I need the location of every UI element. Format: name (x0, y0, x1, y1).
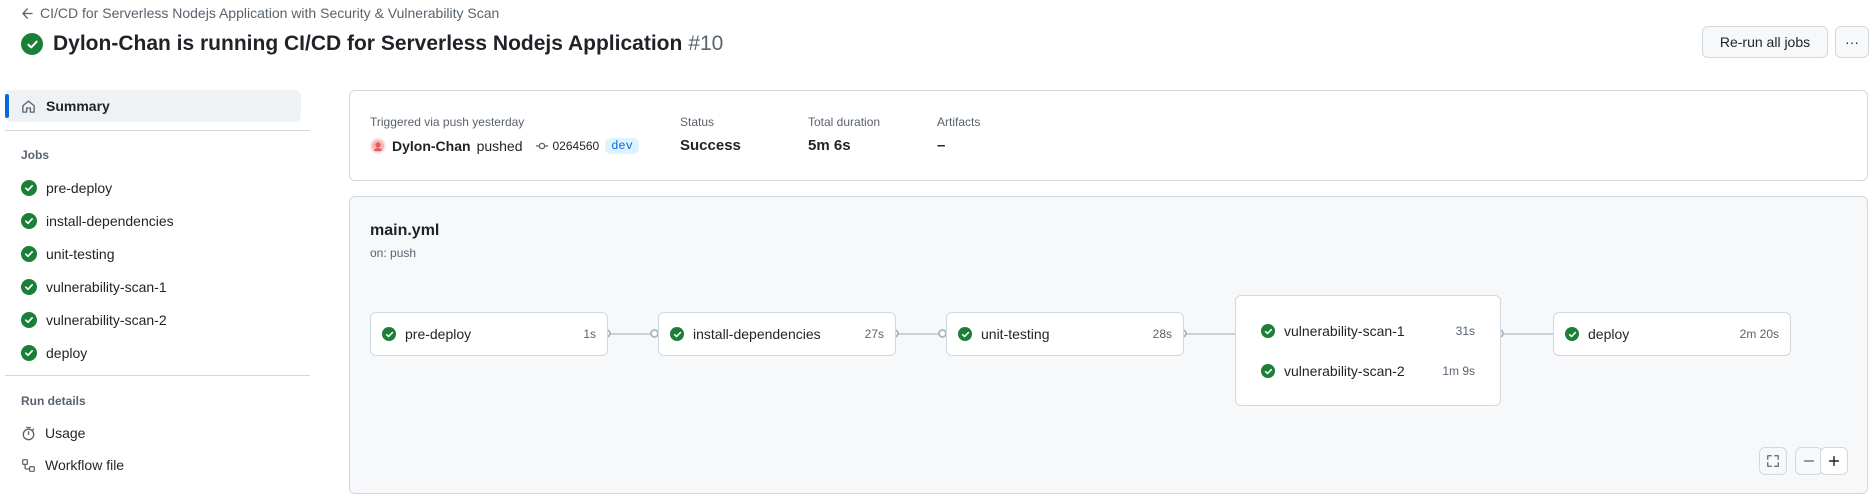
artifacts-label: Artifacts (937, 115, 981, 129)
sidebar-job-install-dependencies[interactable]: install-dependencies (21, 210, 174, 232)
trigger-label: Triggered via push yesterday (370, 115, 525, 129)
workflow-trigger: on: push (370, 246, 417, 260)
sidebar-job-vulnerability-scan-1[interactable]: vulnerability-scan-1 (21, 276, 167, 298)
success-check-icon (1261, 364, 1275, 378)
page-title: Dylon-Chan is running CI/CD for Serverle… (53, 32, 723, 56)
success-check-icon (382, 327, 396, 341)
graph-node-group-vulnerability-scans: vulnerability-scan-1 31s vulnerability-s… (1235, 295, 1501, 406)
rerun-all-jobs-button[interactable]: Re-run all jobs (1702, 26, 1828, 58)
jobs-heading: Jobs (21, 148, 50, 162)
zoom-out-button[interactable] (1795, 447, 1823, 475)
commit-link[interactable]: 0264560 (535, 139, 600, 153)
node-label: pre-deploy (405, 326, 472, 342)
commit-icon (535, 142, 548, 150)
graph-connector (1184, 333, 1239, 335)
node-label: deploy (1588, 326, 1630, 342)
success-check-icon (21, 345, 37, 361)
success-check-icon (1565, 327, 1579, 341)
sidebar-item-workflow-file[interactable]: Workflow file (21, 454, 124, 476)
sidebar-job-label: deploy (46, 345, 88, 361)
run-details-heading: Run details (21, 394, 86, 408)
sidebar-job-deploy[interactable]: deploy (21, 342, 87, 364)
success-check-icon (958, 327, 972, 341)
arrow-left-icon (22, 7, 33, 19)
sidebar-job-vulnerability-scan-2[interactable]: vulnerability-scan-2 (21, 309, 167, 331)
sidebar-item-label: Usage (45, 425, 86, 441)
duration-label: Total duration (808, 115, 881, 129)
push-action: pushed (476, 138, 523, 154)
graph-connector (608, 333, 654, 335)
sidebar-job-label: vulnerability-scan-2 (46, 312, 167, 328)
success-check-icon (21, 312, 37, 328)
sidebar-job-label: install-dependencies (46, 213, 174, 229)
push-info: Dylon-Chan pushed 0264560 dev (370, 138, 639, 154)
success-check-icon (670, 327, 684, 341)
actor-link[interactable]: Dylon-Chan (392, 138, 471, 154)
node-duration: 1m 9s (1442, 364, 1475, 378)
node-label: vulnerability-scan-2 (1284, 363, 1405, 379)
node-label: unit-testing (981, 326, 1050, 342)
node-duration: 2m 20s (1739, 327, 1779, 341)
node-label: install-dependencies (693, 326, 821, 342)
workflow-name: main.yml (370, 222, 440, 239)
status-value: Success (680, 137, 741, 154)
branch-badge[interactable]: dev (605, 138, 639, 154)
workflow-graph: main.yml on: push pre-deploy 1s install-… (349, 196, 1868, 494)
stopwatch-icon (22, 426, 35, 440)
run-title-row: Dylon-Chan is running CI/CD for Serverle… (21, 30, 723, 58)
avatar[interactable] (370, 138, 386, 154)
zoom-in-button[interactable] (1820, 447, 1848, 475)
success-check-icon (1261, 324, 1275, 338)
sidebar-job-label: unit-testing (46, 246, 115, 262)
fullscreen-button[interactable] (1759, 447, 1787, 475)
run-number: #10 (688, 32, 724, 55)
node-duration: 1s (583, 327, 596, 341)
more-options-button[interactable]: ··· (1835, 26, 1869, 58)
node-duration: 31s (1455, 324, 1475, 338)
run-summary-card: Triggered via push yesterday Dylon-Chan … (349, 90, 1868, 181)
artifacts-value: – (937, 137, 946, 154)
sidebar-item-label: Workflow file (45, 457, 125, 473)
success-check-icon (21, 246, 37, 262)
success-check-icon (21, 33, 43, 55)
sidebar-job-unit-testing[interactable]: unit-testing (21, 243, 114, 265)
page-title-text: Dylon-Chan is running CI/CD for Serverle… (53, 32, 683, 55)
back-link[interactable]: CI/CD for Serverless Nodejs Application … (21, 4, 499, 22)
node-duration: 28s (1152, 327, 1172, 341)
graph-node-unit-testing[interactable]: unit-testing 28s (946, 312, 1184, 356)
node-label: vulnerability-scan-1 (1284, 323, 1405, 339)
graph-node-vulnerability-scan-2[interactable]: vulnerability-scan-2 1m 9s (1236, 356, 1500, 386)
sidebar-job-pre-deploy[interactable]: pre-deploy (21, 177, 112, 199)
sidebar-item-label: Summary (46, 98, 110, 114)
graph-node-deploy[interactable]: deploy 2m 20s (1553, 312, 1791, 356)
sidebar-item-usage[interactable]: Usage (21, 422, 85, 444)
graph-node-vulnerability-scan-1[interactable]: vulnerability-scan-1 31s (1236, 316, 1500, 346)
duration-value: 5m 6s (808, 137, 851, 154)
success-check-icon (21, 279, 37, 295)
sidebar-divider (5, 375, 310, 376)
sidebar-job-label: vulnerability-scan-1 (46, 279, 167, 295)
graph-node-pre-deploy[interactable]: pre-deploy 1s (370, 312, 608, 356)
success-check-icon (21, 180, 37, 196)
commit-sha: 0264560 (552, 139, 600, 153)
plus-icon (1828, 455, 1840, 467)
graph-connector (1500, 333, 1558, 335)
sidebar-divider (5, 130, 310, 131)
status-label: Status (680, 115, 715, 129)
success-check-icon (21, 213, 37, 229)
sidebar-job-label: pre-deploy (46, 180, 113, 196)
back-link-label: CI/CD for Serverless Nodejs Application … (40, 5, 500, 21)
minus-icon (1803, 460, 1815, 462)
graph-connector (896, 333, 942, 335)
graph-node-install-dependencies[interactable]: install-dependencies 27s (658, 312, 896, 356)
fullscreen-icon (1767, 455, 1779, 467)
workflow-file-icon (22, 458, 35, 472)
home-icon (22, 100, 35, 113)
sidebar-item-summary[interactable]: Summary (5, 90, 301, 122)
node-duration: 27s (864, 327, 884, 341)
